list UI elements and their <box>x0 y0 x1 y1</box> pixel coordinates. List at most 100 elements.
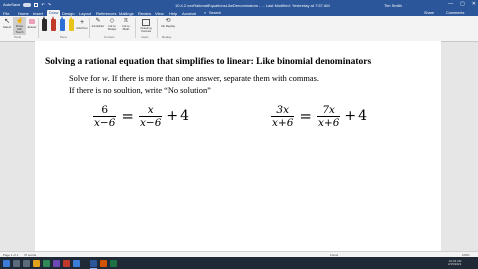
tab-mailings[interactable]: Mailings <box>119 11 134 16</box>
edge-icon[interactable] <box>73 259 80 267</box>
save-icon[interactable] <box>34 2 39 7</box>
highlighter-yellow[interactable] <box>69 16 74 31</box>
eraser-label: Eraser <box>27 25 37 29</box>
taskbar: 10:04 AM 2/15/2021 <box>0 257 478 269</box>
ribbon-divider <box>135 18 136 38</box>
clock-date: 2/15/2021 <box>448 262 462 266</box>
instruction-line-1: Solve for w. If there is more than one a… <box>69 74 319 83</box>
drawing-canvas-button[interactable]: Drawing Canvas <box>138 18 154 33</box>
task-view-icon[interactable] <box>23 259 30 267</box>
tab-insert[interactable]: Insert <box>33 11 43 16</box>
fraction: 7x x+6 <box>316 104 341 129</box>
search-icon[interactable] <box>13 259 20 267</box>
plus-sign: + <box>166 108 179 125</box>
ink-replay-button[interactable]: ⟲ Ink Replay <box>160 18 176 28</box>
tab-layout[interactable]: Layout <box>79 11 91 16</box>
ink-editor-label: Ink Editor <box>91 24 105 28</box>
add-pen-button[interactable]: + Add Pen <box>76 19 88 30</box>
document-title: Solving a rational equation that simplif… <box>45 57 372 67</box>
document-name: 10.4.2.xxxRationalEquationsLikeDenominat… <box>175 2 330 8</box>
tab-home[interactable]: Home <box>18 11 29 16</box>
equation-2: 3x x+6 = 7x x+6 + 4 <box>269 104 367 129</box>
autosave-label: AutoSave <box>3 2 21 7</box>
ribbon-divider <box>38 18 39 38</box>
numerator: x <box>147 104 154 116</box>
numerator: 3x <box>276 104 289 116</box>
tab-file[interactable]: File <box>3 11 9 16</box>
cursor-icon: ↖ <box>4 18 10 25</box>
quick-access-toolbar: AutoSave ↶ ↷ <box>3 2 51 7</box>
denominator: x−6 <box>139 116 162 129</box>
undo-icon[interactable]: ↶ <box>41 2 44 7</box>
tab-view[interactable]: View <box>155 11 164 16</box>
insert-group-label: Insert <box>141 35 149 39</box>
autosave-toggle[interactable] <box>23 2 32 7</box>
pen-blue[interactable] <box>60 16 65 31</box>
constant: 4 <box>180 108 190 125</box>
convert-group-label: Convert <box>104 35 115 39</box>
windows-start-icon[interactable] <box>3 259 10 267</box>
ribbon-divider <box>157 18 158 38</box>
equation-1: 6 x−6 = x x−6 + 4 <box>91 104 189 129</box>
system-clock[interactable]: 10:04 AM 2/15/2021 <box>448 259 462 267</box>
pens-group-label: Pens <box>60 35 67 39</box>
comments-button[interactable]: Comments <box>446 11 464 15</box>
tab-acrobat[interactable]: Acrobat <box>182 11 196 16</box>
tools-group-label: Tools <box>14 35 22 39</box>
document-page[interactable]: Solving a rational equation that simplif… <box>35 41 441 251</box>
ink-editor-button[interactable]: ✎ Ink Editor <box>91 18 105 28</box>
add-pen-label: Add Pen <box>76 26 88 30</box>
instruction-text-rest: . If there is more than one answer, sepa… <box>107 74 319 83</box>
ink-replay-label: Ink Replay <box>160 24 176 28</box>
maximize-button[interactable]: ▢ <box>460 1 465 7</box>
numerator: 7x <box>322 104 335 116</box>
tab-references[interactable]: References <box>96 11 116 16</box>
add-pen-icon: + <box>79 19 85 26</box>
tab-design[interactable]: Design <box>62 11 74 16</box>
search-button[interactable]: Search <box>209 11 221 15</box>
pen-red[interactable] <box>51 16 56 31</box>
instruction-text: Solve for <box>69 74 103 83</box>
numerator: 6 <box>101 104 109 116</box>
close-button[interactable]: ✕ <box>472 1 476 7</box>
pen-black[interactable] <box>42 16 47 31</box>
tab-review[interactable]: Review <box>138 11 151 16</box>
fraction: 3x x+6 <box>271 104 295 129</box>
denominator: x+6 <box>272 116 294 129</box>
minimize-button[interactable]: — <box>448 1 453 7</box>
ribbon-tabs: File Home Insert Draw Design Layout Refe… <box>0 9 478 16</box>
tab-help[interactable]: Help <box>169 11 177 16</box>
word-icon[interactable] <box>90 259 97 269</box>
onenote-icon[interactable] <box>53 259 60 267</box>
canvas-icon <box>142 19 150 26</box>
equals-sign: = <box>121 107 134 126</box>
denominator: x+6 <box>317 116 340 129</box>
draw-ribbon: ↖ Select ☝ Draw with Touch Eraser Tools … <box>0 16 478 42</box>
replay-group-label: Replay <box>162 35 172 39</box>
eraser-tool[interactable]: Eraser <box>27 18 37 29</box>
search-icon[interactable]: ⌕ <box>204 11 206 15</box>
ink-to-shape-label: Ink to Shape <box>107 24 117 32</box>
excel-icon[interactable] <box>110 259 117 267</box>
plus-sign: + <box>344 108 357 125</box>
instruction-line-2: If there is no soultion, write “No solut… <box>69 86 211 95</box>
window-controls: — ▢ ✕ <box>448 1 476 7</box>
title-bar: AutoSave ↶ ↷ 10.4.2.xxxRationalEquations… <box>0 0 478 9</box>
select-tool-label: Select <box>2 25 12 29</box>
eraser-icon <box>29 19 35 24</box>
app-icon[interactable] <box>63 259 70 267</box>
chrome-icon[interactable] <box>43 259 50 267</box>
denominator: x−6 <box>94 116 116 129</box>
draw-with-touch-label: Draw with Touch <box>15 24 24 35</box>
draw-with-touch-tool[interactable]: ☝ Draw with Touch <box>13 17 26 35</box>
user-name[interactable]: Tim Smith <box>384 3 402 8</box>
share-button[interactable]: Share <box>424 11 434 15</box>
ink-to-shape-button[interactable]: ◇ Ink to Shape <box>105 18 119 31</box>
redo-icon[interactable]: ↷ <box>48 2 51 7</box>
file-explorer-icon[interactable] <box>33 259 40 267</box>
equals-sign: = <box>299 107 312 126</box>
select-tool[interactable]: ↖ Select <box>2 18 12 29</box>
powerpoint-icon[interactable] <box>100 259 107 267</box>
ink-to-math-button[interactable]: π Ink to Math <box>119 18 133 31</box>
ink-to-math-label: Ink to Math <box>122 24 130 32</box>
